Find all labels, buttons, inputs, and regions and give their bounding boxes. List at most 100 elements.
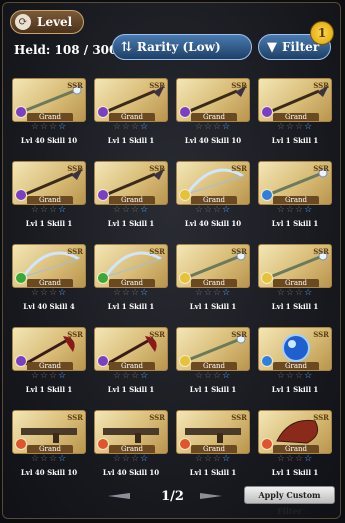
grand-tag: Grand (191, 362, 237, 370)
uncap-stars: ☆☆☆☆ (112, 288, 150, 298)
rarity-badge: SSR (67, 247, 83, 256)
dark-element-icon (97, 355, 109, 367)
uncap-stars: ☆☆☆☆ (276, 454, 314, 464)
level-skill-label: Lvl 1 Skill 1 (189, 302, 237, 311)
level-skill-label: Lvl 1 Skill 1 (107, 302, 155, 311)
grand-tag: Grand (191, 196, 237, 204)
fire-element-icon (179, 438, 191, 450)
filter-count-badge: 1 (310, 21, 334, 45)
level-tab[interactable]: ⟳ Level (10, 10, 84, 34)
weapon-card[interactable]: SSR Grand ☆☆☆☆ Lvl 40 Skill 4 (12, 244, 86, 316)
weapon-art: SSR Grand (94, 78, 168, 122)
uncap-stars: ☆☆☆☆ (276, 205, 314, 215)
dark-element-icon (97, 189, 109, 201)
weapon-card[interactable]: SSR Grand ☆☆☆☆ Lvl 1 Skill 1 (176, 410, 250, 482)
level-skill-label: Lvl 1 Skill 1 (107, 219, 155, 228)
rarity-badge: SSR (67, 81, 83, 90)
rarity-badge: SSR (149, 164, 165, 173)
grand-tag: Grand (273, 445, 319, 453)
weapon-art: SSR Grand (258, 161, 332, 205)
dark-element-icon (15, 106, 27, 118)
uncap-stars: ☆☆☆☆ (276, 371, 314, 381)
grand-tag: Grand (191, 113, 237, 121)
rarity-badge: SSR (149, 330, 165, 339)
uncap-stars: ☆☆☆☆ (30, 288, 68, 298)
weapon-art: SSR Grand (94, 410, 168, 454)
uncap-stars: ☆☆☆☆ (194, 122, 232, 132)
weapon-art: SSR Grand (176, 327, 250, 371)
uncap-stars: ☆☆☆☆ (30, 454, 68, 464)
grand-tag: Grand (109, 113, 155, 121)
wind-element-icon (97, 272, 109, 284)
weapon-card[interactable]: SSR Grand ☆☆☆☆ Lvl 1 Skill 1 (258, 161, 332, 233)
grand-tag: Grand (191, 279, 237, 287)
rarity-badge: SSR (67, 330, 83, 339)
sort-button[interactable]: ⇅ Rarity (Low) (112, 34, 252, 60)
weapon-card[interactable]: SSR Grand ☆☆☆☆ Lvl 1 Skill 1 (94, 327, 168, 399)
grand-tag: Grand (109, 445, 155, 453)
weapon-card[interactable]: SSR Grand ☆☆☆☆ Lvl 1 Skill 1 (94, 78, 168, 150)
uncap-stars: ☆☆☆☆ (276, 288, 314, 298)
uncap-stars: ☆☆☆☆ (194, 288, 232, 298)
weapon-card[interactable]: SSR Grand ☆☆☆☆ Lvl 1 Skill 1 (12, 327, 86, 399)
dark-element-icon (261, 106, 273, 118)
weapon-art: SSR Grand (94, 327, 168, 371)
rarity-badge: SSR (313, 81, 329, 90)
level-skill-label: Lvl 1 Skill 1 (271, 385, 319, 394)
weapon-card[interactable]: SSR Grand ☆☆☆☆ Lvl 1 Skill 1 (258, 244, 332, 316)
weapon-art: SSR Grand (94, 161, 168, 205)
weapon-card[interactable]: SSR Grand ☆☆☆☆ Lvl 40 Skill 10 (176, 161, 250, 233)
grand-tag: Grand (27, 196, 73, 204)
weapon-card[interactable]: SSR Grand ☆☆☆☆ Lvl 1 Skill 1 (258, 327, 332, 399)
rarity-badge: SSR (231, 81, 247, 90)
level-skill-label: Lvl 1 Skill 1 (271, 468, 319, 477)
rarity-badge: SSR (231, 330, 247, 339)
held-count: Held: 108 / 300 (14, 43, 118, 57)
grand-tag: Grand (273, 279, 319, 287)
rarity-badge: SSR (313, 330, 329, 339)
weapon-card[interactable]: SSR Grand ☆☆☆☆ Lvl 1 Skill 1 (94, 161, 168, 233)
uncap-stars: ☆☆☆☆ (112, 122, 150, 132)
level-skill-label: Lvl 1 Skill 1 (189, 468, 237, 477)
weapon-card[interactable]: SSR Grand ☆☆☆☆ Lvl 1 Skill 1 (94, 244, 168, 316)
level-skill-label: Lvl 1 Skill 1 (271, 302, 319, 311)
weapon-card[interactable]: SSR Grand ☆☆☆☆ Lvl 1 Skill 1 (176, 244, 250, 316)
level-skill-label: Lvl 1 Skill 1 (271, 219, 319, 228)
weapon-card[interactable]: SSR Grand ☆☆☆☆ Lvl 40 Skill 10 (176, 78, 250, 150)
weapon-card[interactable]: SSR Grand ☆☆☆☆ Lvl 40 Skill 10 (12, 78, 86, 150)
weapon-card[interactable]: SSR Grand ☆☆☆☆ Lvl 1 Skill 1 (176, 327, 250, 399)
weapon-art: SSR Grand (12, 244, 86, 288)
level-skill-label: Lvl 40 Skill 10 (184, 136, 242, 145)
fire-element-icon (15, 438, 27, 450)
weapon-card[interactable]: SSR Grand ☆☆☆☆ Lvl 1 Skill 1 (12, 161, 86, 233)
weapon-art: SSR Grand (12, 161, 86, 205)
grand-tag: Grand (109, 362, 155, 370)
weapon-card[interactable]: SSR Grand ☆☆☆☆ Lvl 40 Skill 10 (12, 410, 86, 482)
weapon-art: SSR Grand (176, 161, 250, 205)
rarity-badge: SSR (313, 247, 329, 256)
dark-element-icon (15, 355, 27, 367)
light-element-icon (179, 355, 191, 367)
grand-tag: Grand (27, 113, 73, 121)
refresh-icon: ⟳ (15, 14, 31, 30)
weapon-card[interactable]: SSR Grand ☆☆☆☆ Lvl 40 Skill 10 (94, 410, 168, 482)
weapon-art: SSR Grand (12, 327, 86, 371)
level-skill-label: Lvl 40 Skill 10 (184, 219, 242, 228)
level-skill-label: Lvl 1 Skill 1 (189, 385, 237, 394)
water-element-icon (261, 355, 273, 367)
weapon-card[interactable]: SSR Grand ☆☆☆☆ Lvl 1 Skill 1 (258, 410, 332, 482)
uncap-stars: ☆☆☆☆ (194, 454, 232, 464)
weapon-card[interactable]: SSR Grand ☆☆☆☆ Lvl 1 Skill 1 (258, 78, 332, 150)
apply-custom-filter-button[interactable]: Apply Custom Filter (244, 486, 335, 516)
grand-tag: Grand (273, 113, 319, 121)
rarity-badge: SSR (149, 81, 165, 90)
rarity-badge: SSR (149, 413, 165, 422)
rarity-badge: SSR (231, 413, 247, 422)
uncap-stars: ☆☆☆☆ (112, 454, 150, 464)
level-skill-label: Lvl 1 Skill 1 (107, 136, 155, 145)
uncap-stars: ☆☆☆☆ (194, 205, 232, 215)
weapon-art: SSR Grand (258, 410, 332, 454)
next-page-arrow-icon[interactable] (200, 492, 222, 500)
weapon-art: SSR Grand (94, 244, 168, 288)
dark-element-icon (15, 189, 27, 201)
